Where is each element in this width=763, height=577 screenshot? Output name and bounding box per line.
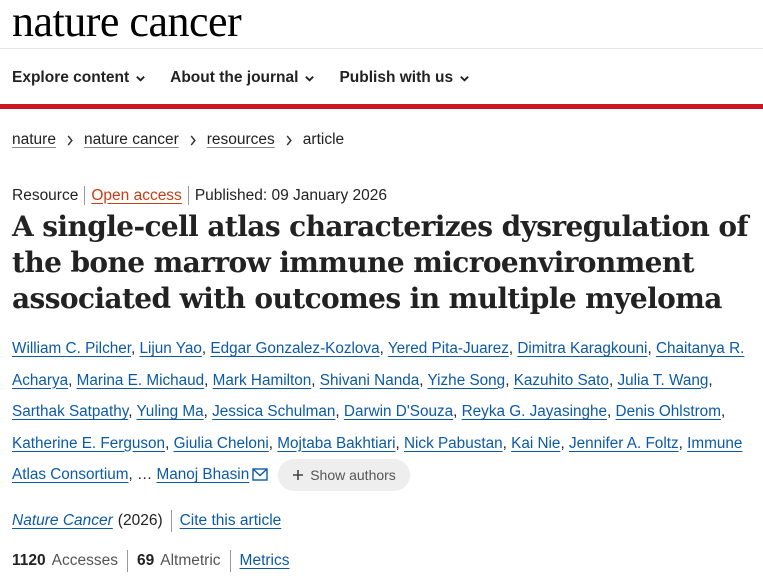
journal-link[interactable]: Nature Cancer xyxy=(12,512,113,530)
author-link[interactable]: Edgar Gonzalez-Kozlova xyxy=(210,340,379,357)
author-link[interactable]: Yered Pita-Juarez xyxy=(388,340,509,357)
metrics-link[interactable]: Metrics xyxy=(240,552,290,570)
author-link[interactable]: Julia T. Wang xyxy=(617,372,708,389)
breadcrumb: nature nature cancer resources article xyxy=(12,131,344,149)
cite-article-link[interactable]: Cite this article xyxy=(180,512,282,530)
accent-bar xyxy=(0,104,763,109)
article-metrics: 1120 Accesses 69 Altmetric Metrics xyxy=(12,550,289,572)
chevron-down-icon xyxy=(136,75,145,82)
chevron-right-icon xyxy=(285,134,293,146)
divider xyxy=(170,510,172,532)
nav-label: Publish with us xyxy=(339,69,454,86)
chevron-down-icon xyxy=(460,75,469,82)
author-link[interactable]: Reyka G. Jayasinghe xyxy=(462,403,607,420)
nav-explore-content[interactable]: Explore content xyxy=(12,69,146,87)
citation-line: Nature Cancer (2026) Cite this article xyxy=(12,510,281,532)
author-link[interactable]: Mojtaba Bakhtiari xyxy=(277,435,395,452)
divider xyxy=(126,550,128,572)
author-link[interactable]: William C. Pilcher xyxy=(12,340,131,357)
author-link[interactable]: Lijun Yao xyxy=(140,340,202,357)
author-link[interactable]: Kai Nie xyxy=(511,435,560,452)
article-type: Resource xyxy=(12,186,79,204)
show-authors-label: Show authors xyxy=(310,467,396,483)
author-link[interactable]: Sarthak Satpathy xyxy=(12,403,128,420)
breadcrumb-nature-cancer[interactable]: nature cancer xyxy=(84,131,179,149)
publication-year: (2026) xyxy=(117,512,163,529)
plus-icon xyxy=(293,470,304,480)
main-nav: Explore content About the journal Publis… xyxy=(12,66,470,90)
header-divider xyxy=(0,48,763,49)
author-link[interactable]: Shivani Nanda xyxy=(320,372,420,389)
author-link[interactable]: Mark Hamilton xyxy=(213,372,312,389)
corresponding-author-link[interactable]: Manoj Bhasin xyxy=(157,466,250,483)
author-link[interactable]: Yizhe Song xyxy=(428,372,506,389)
show-authors-button[interactable]: Show authors xyxy=(278,459,410,491)
mail-icon[interactable] xyxy=(252,468,268,481)
author-link[interactable]: Jessica Schulman xyxy=(212,403,335,420)
author-link[interactable]: Nick Pabustan xyxy=(404,435,503,452)
chevron-down-icon xyxy=(305,75,315,82)
author-link[interactable]: Katherine E. Ferguson xyxy=(12,435,165,452)
author-link[interactable]: Yuling Ma xyxy=(136,403,203,420)
divider xyxy=(84,186,86,205)
divider xyxy=(187,186,189,205)
article-meta: Resource Open access Published: 09 Janua… xyxy=(12,186,387,205)
author-link[interactable]: Marina E. Michaud xyxy=(77,372,205,389)
accesses-count: 1120 xyxy=(12,552,46,569)
nav-about-journal[interactable]: About the journal xyxy=(170,69,315,87)
article-title: A single-cell atlas characterizes dysreg… xyxy=(12,210,749,315)
altmetric-score: 69 xyxy=(136,552,155,569)
accesses-label: Accesses xyxy=(51,552,118,569)
author-ellipsis: … xyxy=(136,466,153,484)
breadcrumb-resources[interactable]: resources xyxy=(207,131,275,149)
open-access-link[interactable]: Open access xyxy=(91,187,181,205)
chevron-right-icon xyxy=(66,134,74,146)
chevron-right-icon xyxy=(189,134,197,146)
nav-label: About the journal xyxy=(170,69,299,86)
divider xyxy=(229,550,231,572)
author-link[interactable]: Giulia Cheloni xyxy=(174,435,269,452)
author-link[interactable]: Dimitra Karagkouni xyxy=(517,340,647,357)
author-link[interactable]: Jennifer A. Foltz xyxy=(569,435,679,452)
nav-publish-with-us[interactable]: Publish with us xyxy=(339,69,470,87)
published-date: Published: 09 January 2026 xyxy=(194,186,387,204)
breadcrumb-nature[interactable]: nature xyxy=(12,131,56,149)
author-link[interactable]: Denis Ohlstrom xyxy=(616,403,721,420)
site-logo[interactable]: nature cancer xyxy=(12,0,242,44)
nav-label: Explore content xyxy=(12,69,130,86)
breadcrumb-current: article xyxy=(302,131,345,148)
author-link[interactable]: Kazuhito Sato xyxy=(514,372,609,389)
altmetric-label: Altmetric xyxy=(160,552,221,569)
author-list: William C. Pilcher, Lijun Yao, Edgar Gon… xyxy=(12,333,762,491)
author-link[interactable]: Darwin D'Souza xyxy=(344,403,453,420)
